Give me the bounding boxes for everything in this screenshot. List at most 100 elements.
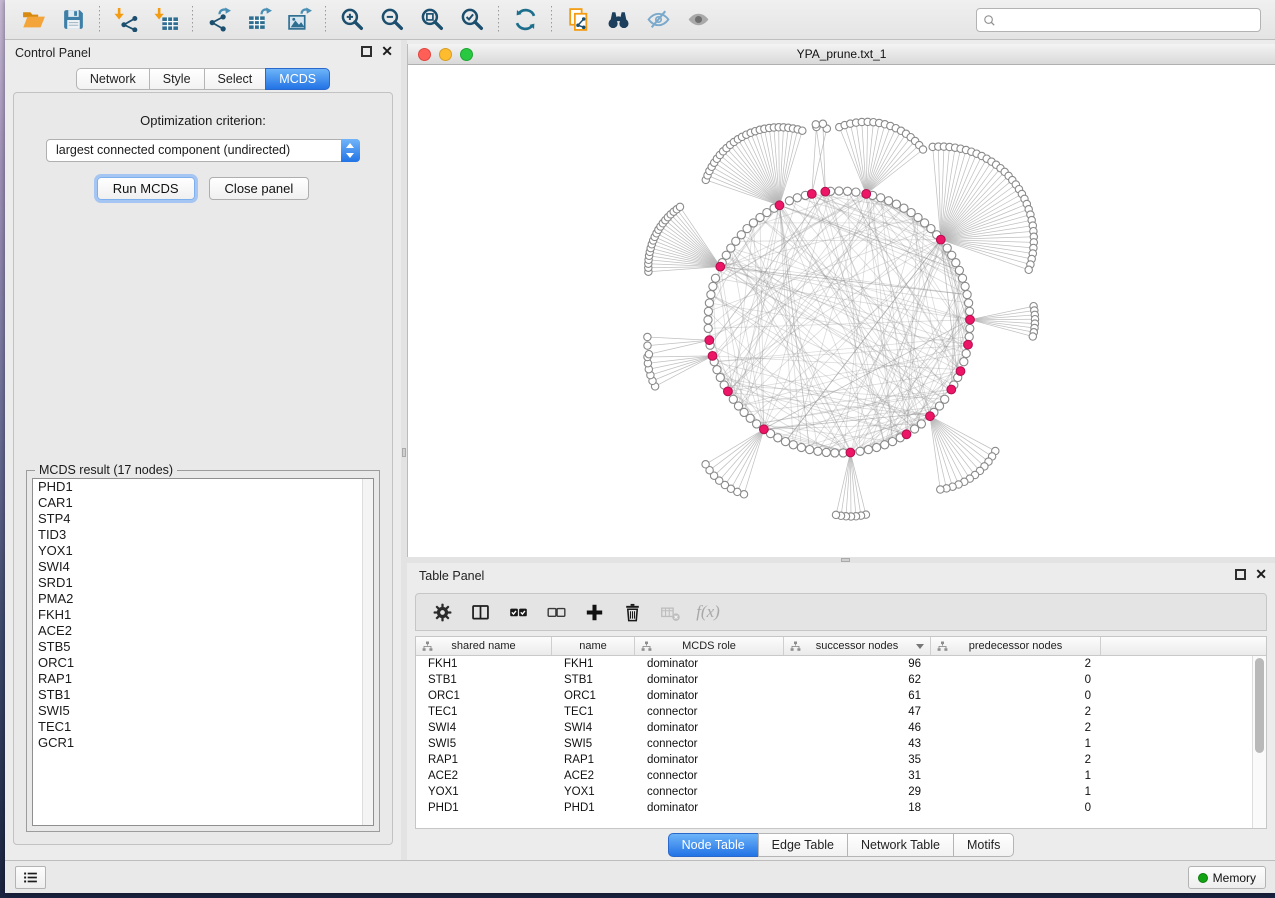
tab-style[interactable]: Style: [149, 68, 204, 90]
cell-predecessor_nodes[interactable]: 1: [931, 768, 1101, 784]
cell-name[interactable]: PHD1: [552, 800, 635, 816]
table-row[interactable]: ACE2ACE2connector311: [416, 768, 1252, 784]
zoom-out-button[interactable]: [375, 4, 409, 36]
export-network-button[interactable]: [202, 4, 236, 36]
cell-mcds_role[interactable]: dominator: [635, 688, 784, 704]
add-column-button[interactable]: [580, 598, 608, 626]
cell-successor_nodes[interactable]: 29: [784, 784, 931, 800]
cell-name[interactable]: YOX1: [552, 784, 635, 800]
cell-predecessor_nodes[interactable]: 0: [931, 672, 1101, 688]
network-canvas[interactable]: [408, 65, 1275, 557]
export-table-button[interactable]: [242, 4, 276, 36]
mcds-result-list[interactable]: PHD1CAR1STP4TID3YOX1SWI4SRD1PMA2FKH1ACE2…: [32, 478, 374, 826]
table-scrollbar[interactable]: [1252, 656, 1266, 828]
zoom-in-button[interactable]: [335, 4, 369, 36]
cell-mcds_role[interactable]: connector: [635, 704, 784, 720]
cell-predecessor_nodes[interactable]: 0: [931, 800, 1101, 816]
cell-mcds_role[interactable]: dominator: [635, 672, 784, 688]
tab-network-table[interactable]: Network Table: [847, 833, 953, 857]
result-item[interactable]: SWI4: [33, 559, 373, 575]
cell-name[interactable]: ORC1: [552, 688, 635, 704]
column-header-shared-name[interactable]: shared name: [416, 637, 552, 655]
cell-predecessor_nodes[interactable]: 1: [931, 784, 1101, 800]
toggle-panel-layout-button[interactable]: [466, 598, 494, 626]
cell-shared_name[interactable]: FKH1: [416, 656, 552, 672]
window-minimize-icon[interactable]: [439, 48, 452, 61]
cell-shared_name[interactable]: SWI5: [416, 736, 552, 752]
tab-select[interactable]: Select: [204, 68, 266, 90]
clone-network-button[interactable]: [561, 4, 595, 36]
table-row[interactable]: YOX1YOX1connector291: [416, 784, 1252, 800]
result-item[interactable]: RAP1: [33, 671, 373, 687]
result-item[interactable]: PMA2: [33, 591, 373, 607]
cell-successor_nodes[interactable]: 31: [784, 768, 931, 784]
cell-mcds_role[interactable]: dominator: [635, 656, 784, 672]
cell-name[interactable]: RAP1: [552, 752, 635, 768]
close-panel-button[interactable]: Close panel: [209, 177, 310, 200]
result-item[interactable]: TID3: [33, 527, 373, 543]
window-close-icon[interactable]: [418, 48, 431, 61]
cell-successor_nodes[interactable]: 43: [784, 736, 931, 752]
cell-shared_name[interactable]: TEC1: [416, 704, 552, 720]
cell-successor_nodes[interactable]: 47: [784, 704, 931, 720]
tab-motifs[interactable]: Motifs: [953, 833, 1014, 857]
memory-button[interactable]: Memory: [1188, 866, 1266, 889]
cell-mcds_role[interactable]: dominator: [635, 752, 784, 768]
result-item[interactable]: CAR1: [33, 495, 373, 511]
result-item[interactable]: GCR1: [33, 735, 373, 751]
result-item[interactable]: PHD1: [33, 479, 373, 495]
network-graph[interactable]: [408, 65, 1275, 557]
save-session-button[interactable]: [56, 4, 90, 36]
table-row[interactable]: ORC1ORC1dominator610: [416, 688, 1252, 704]
result-item[interactable]: FKH1: [33, 607, 373, 623]
cell-mcds_role[interactable]: connector: [635, 768, 784, 784]
cell-successor_nodes[interactable]: 35: [784, 752, 931, 768]
cell-name[interactable]: SWI5: [552, 736, 635, 752]
cell-name[interactable]: FKH1: [552, 656, 635, 672]
cell-mcds_role[interactable]: dominator: [635, 800, 784, 816]
table-row[interactable]: SWI4SWI4dominator462: [416, 720, 1252, 736]
cell-mcds_role[interactable]: connector: [635, 784, 784, 800]
cell-name[interactable]: ACE2: [552, 768, 635, 784]
cell-predecessor_nodes[interactable]: 2: [931, 720, 1101, 736]
window-zoom-icon[interactable]: [460, 48, 473, 61]
cell-predecessor_nodes[interactable]: 2: [931, 752, 1101, 768]
result-item[interactable]: TEC1: [33, 719, 373, 735]
table-row[interactable]: FKH1FKH1dominator962: [416, 656, 1252, 672]
table-settings-button[interactable]: [428, 598, 456, 626]
import-table-button[interactable]: [149, 4, 183, 36]
open-session-button[interactable]: [16, 4, 50, 36]
import-network-button[interactable]: [109, 4, 143, 36]
result-item[interactable]: YOX1: [33, 543, 373, 559]
cell-shared_name[interactable]: RAP1: [416, 752, 552, 768]
zoom-fit-content-button[interactable]: [415, 4, 449, 36]
tab-edge-table[interactable]: Edge Table: [758, 833, 847, 857]
cell-name[interactable]: SWI4: [552, 720, 635, 736]
tab-node-table[interactable]: Node Table: [668, 833, 758, 857]
criterion-select[interactable]: largest connected component (undirected): [46, 139, 360, 162]
cell-predecessor_nodes[interactable]: 2: [931, 704, 1101, 720]
cell-name[interactable]: TEC1: [552, 704, 635, 720]
cell-shared_name[interactable]: ORC1: [416, 688, 552, 704]
cell-predecessor_nodes[interactable]: 1: [931, 736, 1101, 752]
table-row[interactable]: PHD1PHD1dominator180: [416, 800, 1252, 816]
float-table-panel-icon[interactable]: [1235, 569, 1246, 580]
export-image-button[interactable]: [282, 4, 316, 36]
cell-name[interactable]: STB1: [552, 672, 635, 688]
result-item[interactable]: SRD1: [33, 575, 373, 591]
close-table-panel-icon[interactable]: ✕: [1255, 569, 1267, 580]
find-binoculars-button[interactable]: [601, 4, 635, 36]
cell-successor_nodes[interactable]: 61: [784, 688, 931, 704]
cell-predecessor_nodes[interactable]: 0: [931, 688, 1101, 704]
toggle-graphics-details-button[interactable]: [641, 4, 675, 36]
result-item[interactable]: STB1: [33, 687, 373, 703]
result-scrollbar[interactable]: [362, 479, 373, 825]
select-all-button[interactable]: [504, 598, 532, 626]
column-header-name[interactable]: name: [552, 637, 635, 655]
result-item[interactable]: ORC1: [33, 655, 373, 671]
tab-network[interactable]: Network: [76, 68, 149, 90]
cell-mcds_role[interactable]: dominator: [635, 720, 784, 736]
cell-successor_nodes[interactable]: 62: [784, 672, 931, 688]
cell-shared_name[interactable]: PHD1: [416, 800, 552, 816]
column-header-MCDS-role[interactable]: MCDS role: [635, 637, 784, 655]
